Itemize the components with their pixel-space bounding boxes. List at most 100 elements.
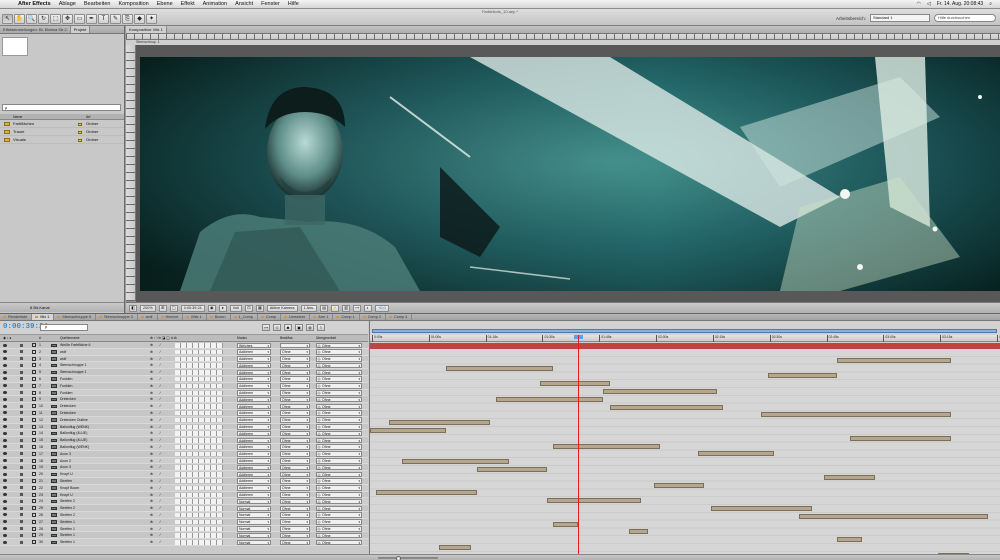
label-color-box[interactable]	[32, 438, 36, 443]
layer-switches[interactable]	[175, 465, 223, 470]
timeline-tab[interactable]: Comp 2	[360, 314, 386, 320]
track-matte-dropdown[interactable]: Ohne	[280, 369, 310, 376]
layer-name[interactable]: wolf	[60, 349, 66, 355]
lock-icon[interactable]	[20, 493, 23, 497]
lock-icon[interactable]	[20, 404, 23, 408]
layer-name[interactable]: Streifen 1	[60, 532, 75, 538]
layer-switches[interactable]	[175, 343, 223, 348]
always-preview-icon[interactable]: ◧	[129, 304, 137, 312]
layer-name[interactable]: Funklen	[60, 383, 72, 389]
frame-blending-icon[interactable]: ▣	[295, 324, 303, 331]
graph-editor-icon[interactable]: ⌇	[317, 324, 325, 331]
switch-shy-icon[interactable]: ⊕	[150, 410, 153, 416]
track-matte-dropdown[interactable]: Ohne	[280, 492, 310, 498]
switch-shy-icon[interactable]: ⊕	[150, 492, 153, 498]
parent-dropdown[interactable]: Ohne	[316, 349, 362, 355]
label-color-box[interactable]	[32, 383, 36, 388]
layer-duration-bar[interactable]	[401, 459, 509, 465]
layer-name[interactable]: Sternschnuppe 1	[60, 369, 86, 375]
switch-shy-icon[interactable]: ⊕	[150, 464, 153, 470]
layer-duration-bar[interactable]	[376, 490, 478, 496]
track-matte-dropdown[interactable]	[280, 342, 310, 348]
layer-row[interactable]: 13 Ballonflug (WENK) ⊕ ⁄ Addieren Ohne Ohne	[0, 423, 368, 431]
number-column[interactable]: #	[39, 335, 41, 341]
switch-quality-icon[interactable]: ⁄	[160, 492, 161, 498]
track-matte-dropdown[interactable]: Ohne	[280, 526, 310, 532]
label-color-box[interactable]	[32, 540, 36, 545]
menu-ebene[interactable]: Ebene	[153, 1, 177, 7]
visibility-eye-icon[interactable]	[3, 425, 7, 429]
layer-duration-bar[interactable]	[439, 545, 471, 550]
switch-quality-icon[interactable]: ⁄	[160, 390, 161, 396]
track-matte-dropdown[interactable]: Ohne	[280, 383, 310, 389]
lock-icon[interactable]	[20, 411, 23, 415]
label-color-box[interactable]	[32, 370, 36, 375]
label-color-box[interactable]	[32, 444, 36, 449]
blend-mode-dropdown[interactable]: Addieren	[237, 471, 271, 478]
blend-mode-dropdown[interactable]: Addieren	[237, 437, 271, 444]
blend-mode-dropdown[interactable]: Normal	[237, 526, 271, 532]
layer-name[interactable]: Knopf Boom	[60, 485, 79, 491]
track-matte-dropdown[interactable]: Ohne	[280, 410, 310, 416]
switch-shy-icon[interactable]: ⊕	[150, 458, 153, 464]
switch-shy-icon[interactable]: ⊕	[150, 532, 153, 538]
label-color-box[interactable]	[32, 397, 36, 402]
lock-icon[interactable]	[20, 486, 23, 490]
label-color-box[interactable]	[32, 465, 36, 470]
workspace-dropdown[interactable]: Standard 1	[870, 14, 930, 22]
parent-dropdown[interactable]: Ohne	[316, 356, 362, 362]
lock-icon[interactable]	[20, 452, 23, 456]
lock-icon[interactable]	[20, 533, 23, 537]
layer-row[interactable]: 26 Streifen 2 ⊕ ⁄ Normal Ohne Ohne	[0, 511, 368, 519]
switch-shy-icon[interactable]: ⊕	[150, 349, 153, 355]
layer-duration-bar[interactable]	[388, 420, 490, 426]
column-name[interactable]: Name	[13, 115, 22, 119]
layer-duration-bar[interactable]	[628, 529, 648, 535]
switch-shy-icon[interactable]: ⊕	[150, 417, 153, 423]
parent-dropdown[interactable]: Ohne	[316, 519, 362, 525]
parent-dropdown[interactable]: Ohne	[316, 478, 362, 484]
fast-preview-icon[interactable]: ⚡	[331, 304, 340, 312]
label-color-box[interactable]	[32, 478, 36, 483]
layer-name[interactable]: Streifen 1	[60, 526, 75, 532]
magnification-dropdown[interactable]: 200%	[140, 304, 156, 312]
visibility-eye-icon[interactable]	[3, 411, 7, 415]
layer-duration-bar[interactable]	[609, 404, 724, 410]
parent-dropdown[interactable]: Ohne	[316, 417, 362, 423]
switch-quality-icon[interactable]: ⁄	[160, 485, 161, 491]
tool-1-icon[interactable]: ✋	[14, 14, 25, 24]
layer-name[interactable]: Acon 3	[60, 451, 71, 457]
layer-row[interactable]: 2 wolf ⊕ ⁄ Addieren Ohne Ohne	[0, 348, 368, 356]
layer-row[interactable]: 5 Sternschnuppe 1 ⊕ ⁄ Addieren Ohne Ohne	[0, 369, 368, 376]
switch-shy-icon[interactable]: ⊕	[150, 424, 153, 430]
label-color-box[interactable]	[32, 431, 36, 436]
layer-name[interactable]: wolf	[60, 356, 66, 362]
timeline-tab[interactable]: Himmel	[158, 314, 184, 320]
lock-icon[interactable]	[20, 418, 23, 422]
timeline-tab[interactable]: Comp 1	[333, 314, 360, 320]
layer-switches[interactable]	[175, 363, 223, 368]
project-item[interactable]: Farbflächen Ordner	[0, 120, 124, 128]
switch-shy-icon[interactable]: ⊕	[150, 444, 153, 450]
lock-icon[interactable]	[20, 350, 23, 354]
parent-dropdown[interactable]: Ohne	[316, 512, 362, 518]
resolution-dropdown[interactable]: Voll	[229, 304, 242, 312]
switch-quality-icon[interactable]: ⁄	[160, 396, 161, 402]
lock-icon[interactable]	[20, 506, 23, 510]
layer-name[interactable]: Ballonflug (WENK)	[60, 424, 89, 430]
layer-row[interactable]: 20 Knopf U ⊕ ⁄ Addieren Ohne Ohne	[0, 471, 368, 478]
lock-icon[interactable]	[20, 438, 23, 442]
timeline-tab[interactable]: Arm 1	[310, 314, 334, 320]
track-matte-dropdown[interactable]: Ohne	[280, 437, 310, 444]
composition-canvas[interactable]	[140, 57, 1000, 291]
blend-mode-dropdown[interactable]: Normal	[237, 532, 271, 539]
menu-animation[interactable]: Animation	[199, 1, 231, 7]
track-matte-dropdown[interactable]: Ohne	[280, 403, 310, 410]
switch-quality-icon[interactable]: ⁄	[160, 403, 161, 409]
parent-dropdown[interactable]: Ohne	[316, 498, 362, 505]
parent-dropdown[interactable]: Ohne	[316, 430, 362, 437]
label-color-box[interactable]	[32, 526, 36, 531]
label-color-box[interactable]	[32, 499, 36, 504]
lock-icon[interactable]	[20, 479, 23, 483]
label-color-box[interactable]	[32, 343, 36, 347]
